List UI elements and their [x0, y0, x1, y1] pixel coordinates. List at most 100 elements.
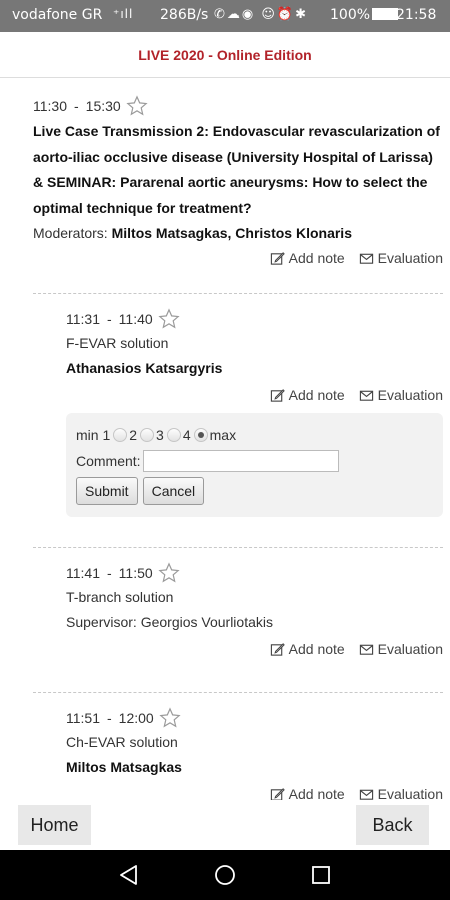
favorite-star-icon[interactable] [159, 707, 181, 729]
session-actions: Add note Evaluation [33, 246, 443, 270]
session-time-start: 11:30 [33, 98, 67, 114]
submit-button[interactable]: Submit [76, 477, 138, 505]
nav-back-icon[interactable] [117, 863, 141, 887]
evaluation-label: Evaluation [377, 387, 443, 403]
system-nav-bar [0, 850, 450, 900]
rating-radio-4[interactable] [193, 428, 208, 442]
form-buttons: Submit Cancel [76, 477, 433, 505]
envelope-icon [359, 644, 373, 655]
talk-item: 11:51 - 12:00 Ch-EVAR solution Miltos Ma… [66, 706, 443, 800]
program-content[interactable]: 11:30 - 15:30 Live Case Transmission 2: … [0, 78, 450, 800]
add-note-button[interactable]: Add note [270, 782, 345, 800]
envelope-icon [359, 789, 373, 800]
battery-icon [372, 8, 399, 20]
comment-input[interactable] [142, 450, 339, 472]
divider [33, 293, 443, 294]
edit-icon [270, 787, 285, 800]
battery-percent: 100% [330, 7, 371, 23]
rating-scale: min 1 2 3 4 max [76, 423, 433, 447]
divider [33, 692, 443, 693]
talk-speaker: Athanasios Katsargyris [66, 360, 223, 376]
edit-icon [270, 642, 285, 656]
edit-icon [270, 251, 285, 265]
comment-row: Comment: [76, 449, 433, 473]
comment-label: Comment: [76, 453, 141, 469]
rating-radio-1[interactable] [113, 428, 128, 442]
status-icons: ✆☁◉ ☺⏰✱ [214, 7, 308, 22]
talk-time-end: 11:40 [118, 311, 153, 327]
evaluation-form: min 1 2 3 4 max Comment: Submit Cancel [66, 413, 443, 517]
talk-title: F-EVAR solution [66, 335, 169, 351]
moderators-label: Moderators: [33, 225, 108, 241]
add-note-button[interactable]: Add note [270, 246, 345, 270]
edit-icon [270, 388, 285, 402]
evaluation-label: Evaluation [377, 786, 443, 800]
evaluation-button[interactable]: Evaluation [359, 782, 443, 800]
nav-home-icon[interactable] [213, 863, 237, 887]
talk-time-start: 11:31 [66, 311, 100, 327]
talk-supervisor: Supervisor: Georgios Vourliotakis [66, 614, 273, 630]
talk-item: 11:41 - 11:50 T-branch solution Supervis… [66, 561, 443, 661]
talk-title: T-branch solution [66, 589, 174, 605]
bottom-nav: Home Back [0, 800, 450, 850]
talk-item: 11:31 - 11:40 F-EVAR solution Athanasios… [66, 307, 443, 407]
evaluation-button[interactable]: Evaluation [359, 637, 443, 661]
rating-min-label: min 1 [76, 427, 111, 443]
rating-radio-2[interactable] [140, 428, 155, 442]
time-separator: - [107, 565, 112, 581]
envelope-icon [359, 390, 373, 401]
add-note-label: Add note [288, 786, 345, 800]
session-time: 11:30 - 15:30 [33, 94, 443, 118]
signal-icon: ⁺ıll [113, 7, 134, 21]
rating-option-label: 4 [182, 427, 191, 443]
session-block: 11:30 - 15:30 Live Case Transmission 2: … [33, 94, 443, 270]
talk-time: 11:51 - 12:00 [66, 706, 443, 730]
time-separator: - [107, 710, 112, 726]
add-note-label: Add note [288, 387, 345, 403]
talk-time: 11:41 - 11:50 [66, 561, 443, 585]
rating-radio-3[interactable] [166, 428, 181, 442]
evaluation-button[interactable]: Evaluation [359, 246, 443, 270]
favorite-star-icon[interactable] [126, 95, 148, 117]
evaluation-label: Evaluation [377, 250, 443, 266]
net-speed: 286B/s [160, 7, 209, 23]
time-separator: - [74, 98, 79, 114]
nav-recents-icon[interactable] [309, 863, 333, 887]
talk-time-start: 11:41 [66, 565, 100, 581]
talk-actions: Add note Evaluation [66, 637, 443, 661]
home-button[interactable]: Home [18, 805, 91, 845]
rating-option-label: 3 [156, 427, 164, 443]
add-note-button[interactable]: Add note [270, 637, 345, 661]
session-title: Live Case Transmission 2: Endovascular r… [33, 123, 440, 216]
rating-option-label: 2 [129, 427, 138, 443]
add-note-label: Add note [288, 641, 345, 657]
talk-time-end: 12:00 [118, 710, 154, 726]
back-button[interactable]: Back [356, 805, 429, 845]
time-separator: - [107, 311, 112, 327]
favorite-star-icon[interactable] [158, 308, 180, 330]
session-time-end: 15:30 [85, 98, 121, 114]
divider [33, 547, 443, 548]
talk-time-start: 11:51 [66, 710, 100, 726]
rating-max-label: max [209, 427, 237, 443]
status-bar: vodafone GR ⁺ıll 286B/s ✆☁◉ ☺⏰✱ 100% 21:… [0, 0, 450, 32]
talk-time-end: 11:50 [118, 565, 153, 581]
talk-time: 11:31 - 11:40 [66, 307, 443, 331]
cancel-button[interactable]: Cancel [142, 477, 205, 505]
moderators-names: Miltos Matsagkas, Christos Klonaris [111, 225, 352, 241]
carrier-name: vodafone GR [12, 7, 103, 23]
app-bar: LIVE 2020 - Online Edition [0, 32, 450, 78]
favorite-star-icon[interactable] [158, 562, 180, 584]
evaluation-button[interactable]: Evaluation [359, 383, 443, 407]
envelope-icon [359, 253, 373, 264]
add-note-label: Add note [288, 250, 345, 266]
talk-actions: Add note Evaluation [66, 782, 443, 800]
talk-speaker: Miltos Matsagkas [66, 759, 182, 775]
evaluation-label: Evaluation [377, 641, 443, 657]
page-title: LIVE 2020 - Online Edition [138, 47, 312, 63]
talk-actions: Add note Evaluation [66, 383, 443, 407]
battery-level: 100% [330, 7, 399, 23]
talk-title: Ch-EVAR solution [66, 734, 178, 750]
moderators-line: Moderators: Miltos Matsagkas, Christos K… [33, 221, 443, 246]
add-note-button[interactable]: Add note [270, 383, 345, 407]
